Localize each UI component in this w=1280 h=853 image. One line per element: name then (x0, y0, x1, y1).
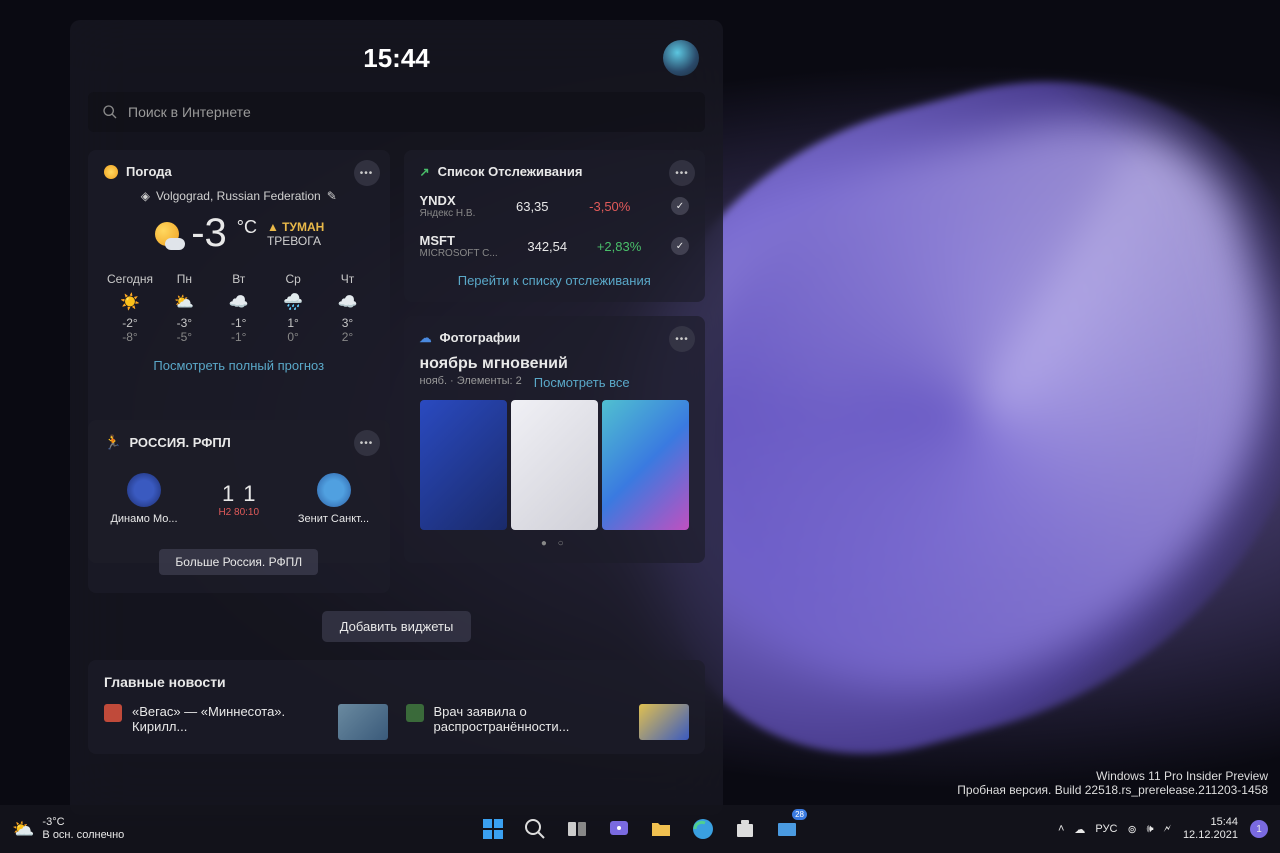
current-weather-icon (153, 220, 181, 248)
news-thumbnail (338, 704, 388, 740)
photo-thumbnail[interactable] (420, 400, 507, 530)
widget-menu-button[interactable]: ••• (669, 326, 695, 352)
weather-alert: ▲ ТУМАНТРЕВОГА (267, 220, 324, 248)
chat-button[interactable] (601, 811, 637, 847)
stock-row[interactable]: YNDXЯндекс Н.В. 63,35 -3,50% ✓ (420, 193, 690, 219)
photos-icon: ☁ (420, 331, 432, 345)
taskbar-clock[interactable]: 15:44 12.12.2021 (1183, 816, 1238, 842)
file-explorer-button[interactable] (643, 811, 679, 847)
weather-title: Погода (126, 164, 172, 179)
check-icon[interactable]: ✓ (671, 197, 689, 215)
forecast-day[interactable]: Пн⛅-3°-5° (158, 272, 210, 344)
weather-location: Volgograd, Russian Federation (156, 189, 321, 203)
see-all-link[interactable]: Посмотреть все (534, 375, 630, 390)
edge-button[interactable] (685, 811, 721, 847)
widgets-panel: 15:44 Поиск в Интернете Погода ••• ◈ Vol… (70, 20, 723, 815)
edit-location-icon[interactable]: ✎ (327, 189, 337, 203)
widget-menu-button[interactable]: ••• (354, 160, 380, 186)
start-button[interactable] (475, 811, 511, 847)
news-item[interactable]: Врач заявила о распространённости... (406, 704, 690, 740)
volume-icon[interactable]: 🕪 (1147, 823, 1154, 836)
pager-dots[interactable]: ● ○ (420, 538, 690, 549)
current-temp: -3 (191, 211, 227, 256)
photo-thumbnail[interactable] (511, 400, 598, 530)
widget-menu-button[interactable]: ••• (669, 160, 695, 186)
battery-icon[interactable]: 🗲 (1164, 823, 1171, 836)
team-badge-icon (127, 473, 161, 507)
tray-chevron-icon[interactable]: ˄ (1058, 823, 1064, 835)
temp-unit: °C (237, 217, 257, 238)
mail-badge: 28 (792, 809, 807, 820)
user-avatar[interactable] (663, 40, 699, 76)
watchlist-title: Список Отслеживания (438, 164, 583, 179)
team-home[interactable]: Динамо Мо... (104, 473, 184, 525)
full-forecast-link[interactable]: Посмотреть полный прогноз (104, 358, 374, 373)
forecast-day[interactable]: Чт☁️3°2° (322, 272, 374, 344)
more-sports-button[interactable]: Больше Россия. РФПЛ (159, 549, 318, 575)
location-pin-icon: ◈ (141, 189, 150, 203)
sports-title: РОССИЯ. РФПЛ (129, 435, 230, 450)
forecast-day[interactable]: Ср🌧️1°0° (267, 272, 319, 344)
wifi-icon[interactable]: ⊚ (1127, 823, 1136, 836)
widget-menu-button[interactable]: ••• (354, 430, 380, 456)
news-source-icon (406, 704, 424, 722)
weather-icon (104, 165, 118, 179)
stock-row[interactable]: MSFTMICROSOFT C... 342,54 +2,83% ✓ (420, 233, 690, 259)
forecast-day[interactable]: Вт☁️-1°-1° (213, 272, 265, 344)
forecast-row: Сегодня☀️-2°-8° Пн⛅-3°-5° Вт☁️-1°-1° Ср🌧… (104, 272, 374, 344)
build-watermark: Windows 11 Pro Insider Preview Пробная в… (957, 769, 1268, 797)
add-widgets-button[interactable]: Добавить виджеты (322, 611, 472, 642)
photo-thumbnail[interactable] (602, 400, 689, 530)
sports-widget[interactable]: 🏃РОССИЯ. РФПЛ ••• Динамо Мо... 1 1 H2 80… (88, 420, 390, 593)
search-button[interactable] (517, 811, 553, 847)
photos-widget[interactable]: ☁Фотографии ••• ноябрь мгновений нояб. ·… (404, 316, 706, 563)
search-box[interactable]: Поиск в Интернете (88, 92, 705, 132)
sports-icon: 🏃 (104, 434, 121, 451)
language-indicator[interactable]: РУС (1095, 823, 1117, 835)
task-view-button[interactable] (559, 811, 595, 847)
news-item[interactable]: «Вегас» — «Миннесота». Кирилл... (104, 704, 388, 740)
forecast-day[interactable]: Сегодня☀️-2°-8° (104, 272, 156, 344)
photos-title: Фотографии (440, 330, 521, 345)
team-badge-icon (317, 473, 351, 507)
news-thumbnail (639, 704, 689, 740)
album-title: ноябрь мгновений (420, 355, 690, 373)
onedrive-icon[interactable]: ☁ (1074, 823, 1085, 836)
store-button[interactable] (727, 811, 763, 847)
taskbar-weather[interactable]: ⛅ -3°CВ осн. солнечно (12, 816, 124, 842)
mail-button[interactable]: 28 (769, 811, 805, 847)
search-icon (102, 104, 118, 120)
notification-badge[interactable]: 1 (1250, 820, 1268, 838)
news-title: Главные новости (104, 674, 689, 690)
stocks-icon: ↗ (420, 165, 430, 179)
search-placeholder: Поиск в Интернете (128, 104, 251, 120)
taskbar-weather-icon: ⛅ (12, 819, 34, 840)
check-icon[interactable]: ✓ (671, 237, 689, 255)
taskbar: ⛅ -3°CВ осн. солнечно 28 ˄ ☁ РУС ⊚ 🕪 🗲 1… (0, 805, 1280, 853)
watchlist-widget[interactable]: ↗ Список Отслеживания ••• YNDXЯндекс Н.В.… (404, 150, 706, 302)
news-section: Главные новости «Вегас» — «Миннесота». К… (88, 660, 705, 754)
panel-clock: 15:44 (363, 43, 430, 74)
match-time: H2 80:10 (218, 507, 259, 518)
watchlist-link[interactable]: Перейти к списку отслеживания (420, 273, 690, 288)
team-away[interactable]: Зенит Санкт... (294, 473, 374, 525)
news-source-icon (104, 704, 122, 722)
